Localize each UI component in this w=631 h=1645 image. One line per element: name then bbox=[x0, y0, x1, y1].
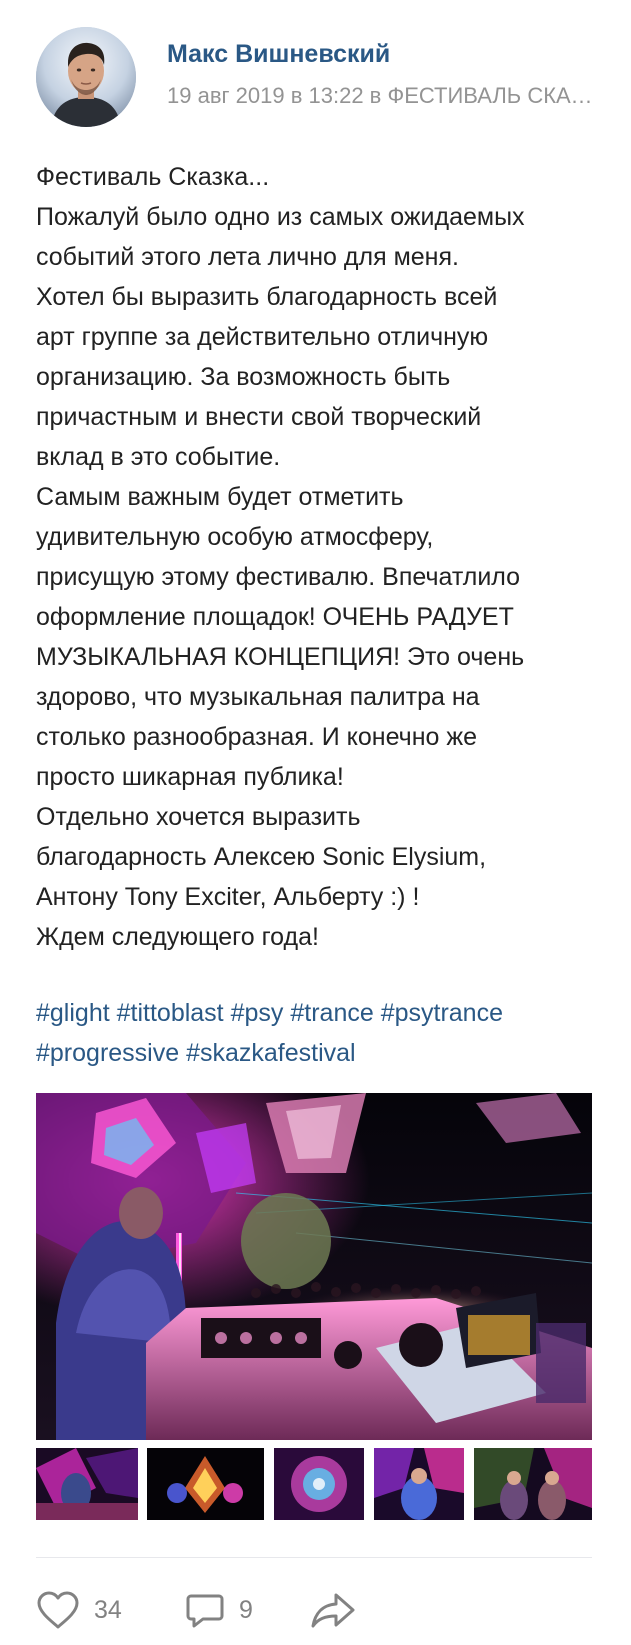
thumb-crowd-lights bbox=[374, 1448, 464, 1520]
author-name[interactable]: Макс Вишневский bbox=[167, 40, 390, 69]
actions-divider bbox=[36, 1557, 592, 1558]
thumb-dancers bbox=[474, 1448, 592, 1520]
comment-button[interactable]: 9 bbox=[185, 1588, 253, 1632]
like-button[interactable]: 34 bbox=[36, 1588, 122, 1632]
main-photo[interactable] bbox=[36, 1093, 592, 1440]
post-text-line: удивительную особую атмосферу, bbox=[36, 523, 434, 551]
comment-icon bbox=[186, 1594, 224, 1628]
thumb-stage-lights bbox=[36, 1448, 138, 1520]
dj-stage-photo bbox=[36, 1093, 592, 1440]
thumb-neon-art bbox=[274, 1448, 364, 1520]
post-text-line: здорово, что музыкальная палитра на bbox=[36, 683, 480, 711]
post-text-line: просто шикарная публика! bbox=[36, 763, 344, 791]
hashtags: #glight #tittoblast #psy #trance #psytra… bbox=[36, 993, 606, 1073]
hashtag-link[interactable]: #progressive bbox=[36, 1039, 179, 1067]
thumbnail-strip bbox=[36, 1448, 592, 1520]
post-text-line: МУЗЫКАЛЬНАЯ КОНЦЕПЦИЯ! Это очень bbox=[36, 643, 525, 671]
post-text-line: столько разнообразная. И конечно же bbox=[36, 723, 477, 751]
comments-count: 9 bbox=[239, 1595, 253, 1624]
heart-icon bbox=[37, 1591, 79, 1629]
post-text-line: Ждем следующего года! bbox=[36, 923, 319, 951]
thumbnail-photo[interactable] bbox=[36, 1448, 138, 1520]
post-text-line: Пожалуй было одно из самых ожидаемых bbox=[36, 203, 525, 231]
hashtag-link[interactable]: #skazkafestival bbox=[186, 1039, 356, 1067]
post-text-line: Самым важным будет отметить bbox=[36, 483, 404, 511]
post-text-line: событий этого лета лично для меня. bbox=[36, 243, 459, 271]
post-text: Фестиваль Сказка... Пожалуй было одно из… bbox=[36, 157, 606, 957]
post-text-line: Антону Tony Exciter, Альберту :) ! bbox=[36, 883, 420, 911]
hashtag-link[interactable]: #glight bbox=[36, 999, 110, 1027]
share-arrow-icon bbox=[311, 1593, 355, 1628]
post-text-line: организацию. За возможность быть bbox=[36, 363, 451, 391]
thumbnail-photo[interactable] bbox=[274, 1448, 364, 1520]
thumbnail-photo[interactable] bbox=[474, 1448, 592, 1520]
post-text-line: арт группе за действительно отличную bbox=[36, 323, 489, 351]
wall-post: Макс Вишневский 19 авг 2019 в 13:22 в ФЕ… bbox=[0, 0, 631, 1645]
post-date-location[interactable]: 19 авг 2019 в 13:22 в ФЕСТИВАЛЬ СКАЗКА bbox=[167, 83, 597, 109]
post-text-line: присущую этому фестивалю. Впечатлило bbox=[36, 563, 521, 591]
post-text-line: вклад в это событие. bbox=[36, 443, 281, 471]
post-text-line: причастным и внести свой творческий bbox=[36, 403, 482, 431]
thumbnail-photo[interactable] bbox=[147, 1448, 264, 1520]
author-avatar[interactable] bbox=[36, 27, 136, 127]
likes-count: 34 bbox=[94, 1595, 122, 1624]
post-text-line: Фестиваль Сказка... bbox=[36, 163, 270, 191]
share-button[interactable] bbox=[310, 1588, 356, 1632]
avatar-photo bbox=[36, 27, 136, 127]
thumb-totem bbox=[147, 1448, 264, 1520]
thumbnail-photo[interactable] bbox=[374, 1448, 464, 1520]
post-text-line: оформление площадок! ОЧЕНЬ РАДУЕТ bbox=[36, 603, 514, 631]
hashtag-link[interactable]: #psy bbox=[231, 999, 284, 1027]
hashtag-link[interactable]: #trance bbox=[290, 999, 373, 1027]
hashtag-link[interactable]: #tittoblast bbox=[117, 999, 224, 1027]
post-text-line: благодарность Алексею Sonic Elysium, bbox=[36, 843, 487, 871]
post-text-line: Отдельно хочется выразить bbox=[36, 803, 361, 831]
hashtag-link[interactable]: #psytrance bbox=[381, 999, 503, 1027]
post-text-line: Хотел бы выразить благодарность всей bbox=[36, 283, 498, 311]
